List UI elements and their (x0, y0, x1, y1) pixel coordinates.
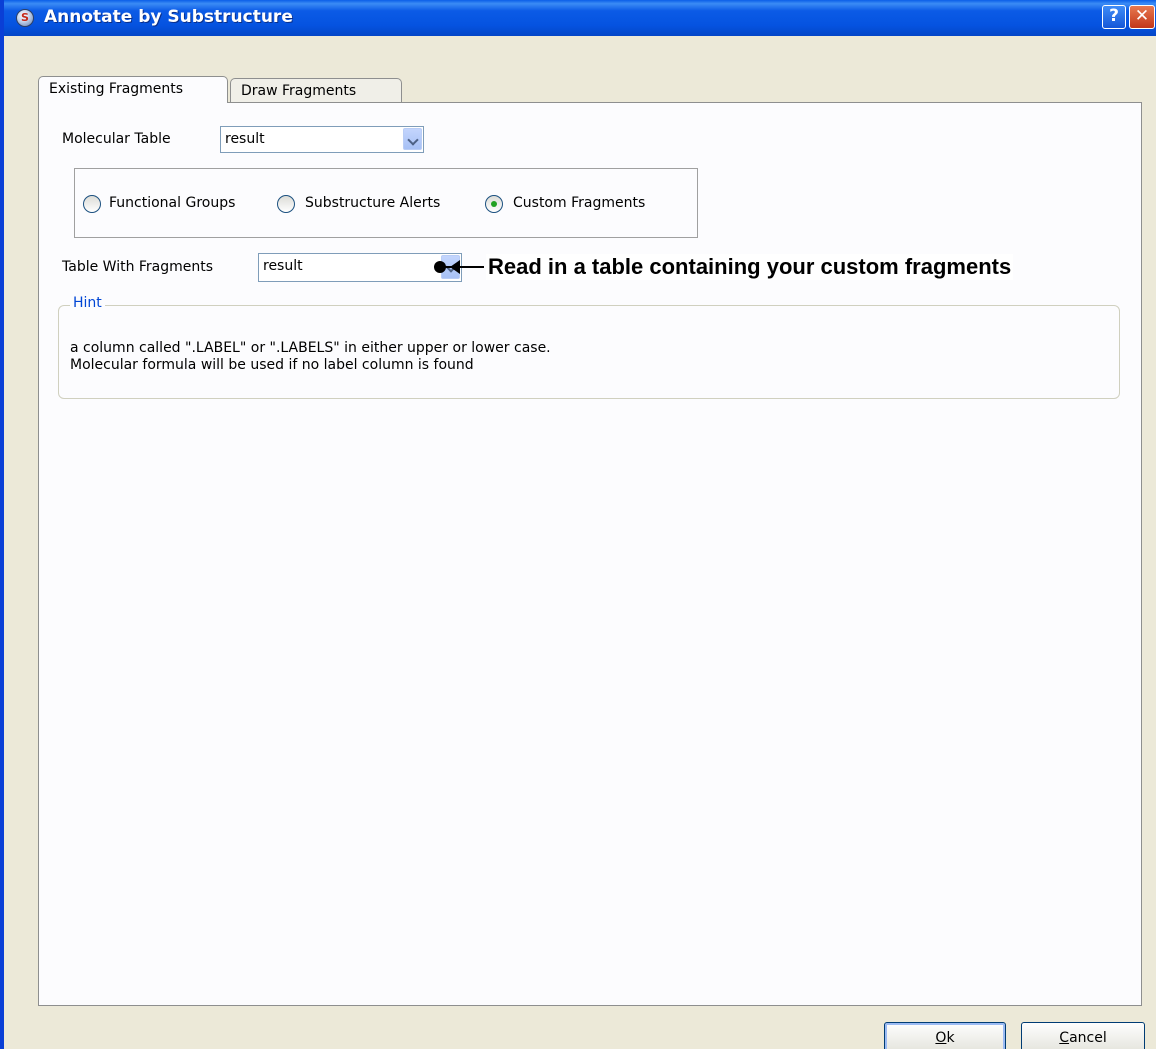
radio-custom-fragments-label[interactable]: Custom Fragments (513, 195, 645, 211)
help-button[interactable]: ? (1102, 5, 1126, 29)
cancel-button[interactable]: Cancel (1021, 1022, 1145, 1049)
table-with-fragments-combo[interactable]: result (258, 253, 462, 282)
annotation-arrow-head-icon (450, 260, 460, 274)
radio-substructure-alerts[interactable] (277, 195, 295, 213)
hint-line-2: Molecular formula will be used if no lab… (70, 357, 474, 373)
radio-custom-fragments[interactable] (485, 195, 503, 213)
radio-substructure-alerts-label[interactable]: Substructure Alerts (305, 195, 440, 211)
chevron-down-icon[interactable] (403, 128, 422, 150)
tab-draw-fragments[interactable]: Draw Fragments (230, 78, 402, 104)
ok-button[interactable]: Ok (884, 1022, 1006, 1049)
molecular-table-label: Molecular Table (62, 131, 171, 147)
molecular-table-value: result (225, 131, 265, 147)
radio-functional-groups-label[interactable]: Functional Groups (109, 195, 235, 211)
tab-existing-fragments[interactable]: Existing Fragments (38, 76, 228, 103)
annotation-arrow-dot (434, 261, 446, 273)
close-button[interactable]: ✕ (1129, 5, 1155, 29)
window-title: Annotate by Substructure (44, 7, 293, 27)
dialog-window: S Annotate by Substructure ? ✕ Existing … (0, 0, 1156, 1049)
fragment-type-group: Functional Groups Substructure Alerts Cu… (74, 168, 698, 238)
app-icon: S (16, 9, 34, 27)
hint-title: Hint (70, 295, 105, 311)
title-bar[interactable]: S Annotate by Substructure ? ✕ (4, 0, 1156, 36)
radio-functional-groups[interactable] (83, 195, 101, 213)
molecular-table-combo[interactable]: result (220, 126, 424, 153)
hint-line-1: a column called ".LABEL" or ".LABELS" in… (70, 340, 551, 356)
annotation-callout: Read in a table containing your custom f… (486, 254, 1014, 280)
table-with-fragments-value: result (263, 258, 303, 274)
table-with-fragments-label: Table With Fragments (62, 259, 214, 275)
